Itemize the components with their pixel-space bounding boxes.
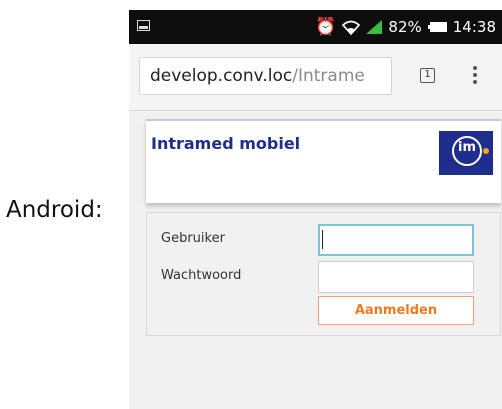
url-field[interactable]: develop.conv.loc/Intrame [139, 57, 392, 95]
page-header: Intramed mobiel im [146, 119, 501, 203]
signal-icon [366, 20, 383, 34]
page-title: Intramed mobiel [151, 134, 301, 153]
status-icons: ⏰ 82% 14:38 [315, 10, 496, 44]
username-input[interactable] [318, 224, 474, 256]
wifi-icon [342, 20, 361, 35]
password-label: Wachtwoord [161, 268, 242, 283]
login-form: Gebruiker Wachtwoord Aanmelden [146, 212, 501, 336]
url-path: /Intrame [292, 66, 365, 86]
logo-text: im [457, 140, 476, 155]
alarm-icon: ⏰ [315, 17, 337, 37]
intramed-logo: im [439, 131, 493, 175]
address-bar: develop.conv.loc/Intrame 1 [129, 44, 502, 111]
login-button[interactable]: Aanmelden [318, 296, 474, 325]
password-input[interactable] [318, 261, 474, 293]
overflow-menu-icon[interactable] [473, 66, 477, 86]
text-cursor [322, 230, 323, 249]
status-time: 14:38 [452, 18, 496, 36]
status-bar: ⏰ 82% 14:38 [129, 10, 502, 44]
phone-screen: ⏰ 82% 14:38 develop.conv.loc/Intrame 1 I… [129, 10, 502, 409]
screenshot-icon [137, 20, 150, 31]
battery-percent: 82% [388, 18, 422, 36]
battery-icon [427, 22, 447, 32]
tab-switcher-button[interactable]: 1 [420, 68, 435, 83]
url-host: develop.conv.loc [150, 66, 293, 86]
caption-label: Android: [6, 197, 103, 223]
username-label: Gebruiker [161, 231, 225, 246]
web-content: Intramed mobiel im Gebruiker Wachtwoord … [129, 111, 502, 409]
logo-mark [483, 148, 489, 154]
